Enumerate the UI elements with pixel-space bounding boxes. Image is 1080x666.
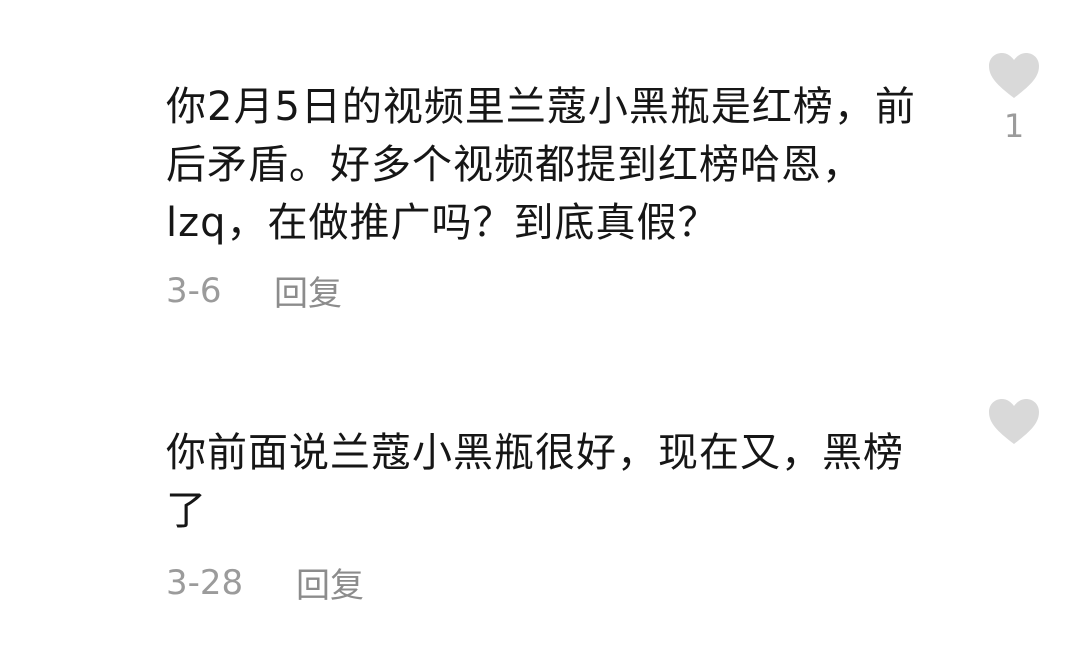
- like-count: 1: [1003, 107, 1025, 145]
- comment-text-line: lzq，在做推广吗？到底真假？: [166, 200, 719, 246]
- comment-text: 你前面说兰蔻小黑瓶很好，现在又，黑榜 了: [166, 424, 956, 540]
- heart-icon[interactable]: [987, 398, 1041, 446]
- comment-date: 3-28: [166, 562, 244, 603]
- comment-text-line: 你2月5日的视频里兰蔻小黑瓶是红榜，前: [166, 84, 916, 130]
- reply-button[interactable]: 回复: [296, 558, 364, 607]
- comment-text-line: 你前面说兰蔻小黑瓶很好，现在又，黑榜: [166, 430, 904, 476]
- comment-date: 3-6: [166, 270, 222, 311]
- comment-item[interactable]: 你2月5日的视频里兰蔻小黑瓶是红榜，前 后矛盾。好多个视频都提到红榜哈恩， lz…: [0, 0, 1080, 340]
- heart-icon[interactable]: [987, 52, 1041, 100]
- comment-meta: 3-28 回复: [166, 558, 364, 607]
- comment-text-line: 了: [166, 488, 207, 534]
- like-button[interactable]: 1: [985, 52, 1043, 144]
- comment-text-line: 后矛盾。好多个视频都提到红榜哈恩，: [166, 142, 863, 188]
- comment-item[interactable]: 你前面说兰蔻小黑瓶很好，现在又，黑榜 了 3-28 回复: [0, 340, 1080, 666]
- comment-meta: 3-6 回复: [166, 266, 342, 315]
- reply-button[interactable]: 回复: [274, 266, 342, 315]
- like-button[interactable]: [985, 398, 1043, 454]
- comment-text: 你2月5日的视频里兰蔻小黑瓶是红榜，前 后矛盾。好多个视频都提到红榜哈恩， lz…: [166, 78, 956, 252]
